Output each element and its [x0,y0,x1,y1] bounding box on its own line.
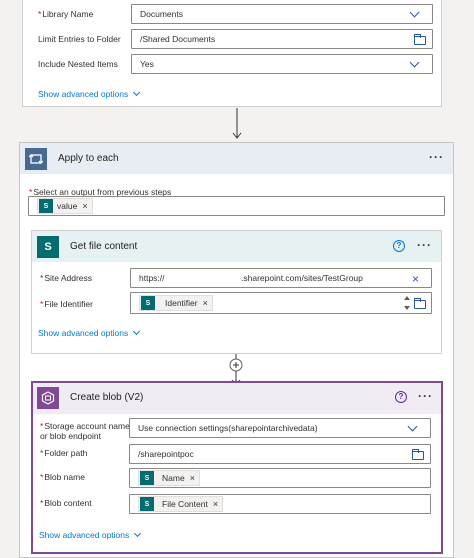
show-advanced-options-link[interactable]: Show advanced options [38,327,141,338]
get-file-content-card: S Get file content ? ··· *Site Address h… [31,230,442,354]
sharepoint-icon: S [140,497,154,511]
create-blob-header[interactable]: Create blob (V2) ? ··· [33,383,441,414]
identifier-token[interactable]: S Identifier × [139,295,213,311]
clear-icon[interactable]: × [412,272,419,286]
remove-token-icon[interactable]: × [190,473,195,483]
value-token[interactable]: S value × [37,198,93,214]
blob-content-label: *Blob content [40,498,92,508]
file-identifier-label: *File Identifier [40,299,93,309]
name-token[interactable]: S Name × [138,470,200,486]
apply-to-each-title: Apply to each [58,153,119,164]
chevron-down-icon [409,7,420,18]
sharepoint-icon: S [140,471,154,485]
create-blob-title: Create blob (V2) [70,392,144,403]
scroll-stepper[interactable] [403,294,411,312]
blob-storage-icon [37,387,59,409]
folder-icon[interactable] [412,449,424,460]
nested-items-dropdown[interactable]: Yes [131,54,433,74]
nested-items-label: Include Nested Items [38,59,118,69]
apply-to-each-container: Apply to each ··· *Select an output from… [19,142,454,558]
blob-name-label: *Blob name [40,472,85,482]
create-blob-card: Create blob (V2) ? ··· *Storage account … [31,381,443,554]
folder-icon[interactable] [414,34,426,45]
sharepoint-icon: S [39,199,53,213]
sharepoint-icon: S [37,236,59,258]
blob-content-input[interactable]: S File Content × [129,494,431,514]
remove-token-icon[interactable]: × [213,499,218,509]
site-address-label: *Site Address [40,273,93,283]
limit-folder-label: Limit Entries to Folder [38,34,121,44]
storage-account-label-line2: or blob endpoint [40,431,101,441]
folder-path-label: *Folder path [40,448,88,458]
folder-path-input[interactable]: /sharepointpoc [129,444,431,464]
list-folder-card: *Library Name Documents Limit Entries to… [22,0,442,107]
select-output-input[interactable]: S value × [28,196,445,216]
remove-token-icon[interactable]: × [203,298,208,308]
blob-name-input[interactable]: S Name × [129,468,431,488]
folder-icon[interactable] [414,298,426,309]
chevron-down-icon [134,529,142,538]
sharepoint-icon: S [141,296,155,310]
file-identifier-input[interactable]: S Identifier × [130,292,432,314]
library-name-dropdown[interactable]: Documents [131,4,433,24]
more-options-icon[interactable]: ··· [417,238,432,252]
loop-icon [25,148,47,170]
connector-arrow [232,108,242,140]
storage-account-dropdown[interactable]: Use connection settings(sharepointarchiv… [129,418,431,438]
get-file-content-title: Get file content [70,241,138,252]
apply-to-each-header[interactable]: Apply to each ··· [20,143,453,174]
show-advanced-options-link[interactable]: Show advanced options [39,529,142,540]
limit-folder-input[interactable]: /Shared Documents [131,29,433,49]
help-icon[interactable]: ? [395,391,407,403]
file-content-token[interactable]: S File Content × [138,496,224,512]
get-file-content-header[interactable]: S Get file content ? ··· [32,231,441,262]
chevron-down-icon [133,88,141,97]
chevron-down-icon [133,327,141,336]
more-options-icon[interactable]: ··· [429,150,444,164]
library-name-label: *Library Name [38,9,94,19]
help-icon[interactable]: ? [393,240,405,252]
chevron-down-icon [407,421,418,432]
chevron-down-icon [409,57,420,68]
remove-token-icon[interactable]: × [82,201,87,211]
site-address-input[interactable]: https:// .sharepoint.com/sites/TestGroup… [130,268,432,288]
show-advanced-options-link[interactable]: Show advanced options [38,88,141,99]
more-options-icon[interactable]: ··· [418,389,433,403]
storage-account-label: *Storage account name [40,421,130,431]
